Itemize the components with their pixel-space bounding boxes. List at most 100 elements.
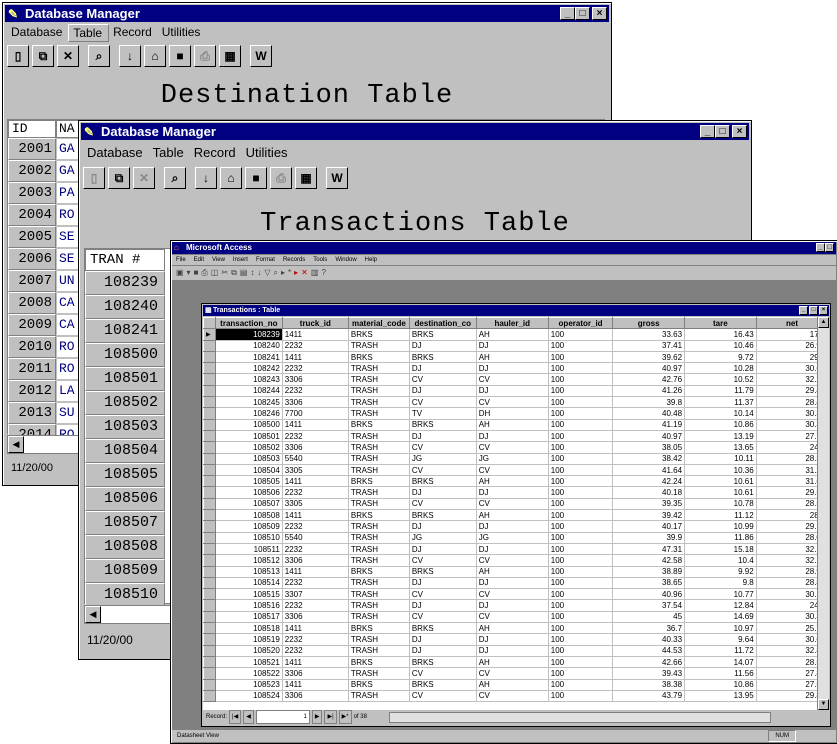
destination-cell[interactable]: BRKS (409, 419, 477, 431)
tare-cell[interactable]: 10.86 (684, 679, 757, 691)
operator-id-cell[interactable]: 100 (548, 407, 614, 420)
tare-cell[interactable]: 10.11 (684, 453, 757, 465)
destination-cell[interactable]: DJ (409, 645, 477, 657)
gross-cell[interactable]: 42.58 (612, 554, 686, 567)
material-code-cell[interactable]: BRKS (348, 419, 410, 431)
grid-icon[interactable]: ▦ (219, 45, 241, 67)
truck-id-cell[interactable]: 1411 (282, 566, 349, 578)
material-code-cell[interactable]: BRKS (348, 351, 410, 364)
row-selector[interactable] (203, 576, 216, 590)
transaction-no-cell[interactable]: 108239 (215, 328, 283, 341)
tare-cell[interactable]: 9.92 (684, 566, 757, 578)
destination-id-cell[interactable]: 2008 (8, 292, 56, 314)
transaction-no-cell[interactable]: 108245 (215, 396, 283, 409)
tare-cell[interactable]: 14.07 (684, 656, 757, 669)
transaction-no-cell[interactable]: 108501 (215, 430, 283, 443)
gross-cell[interactable]: 40.33 (612, 633, 686, 646)
database-window-icon[interactable]: ▥ (311, 268, 322, 277)
gross-cell[interactable]: 40.96 (612, 588, 686, 601)
net-cell[interactable]: 17.2 (756, 328, 817, 341)
gross-cell[interactable]: 38.65 (612, 577, 686, 590)
material-code-cell[interactable]: TRASH (348, 407, 410, 420)
operator-id-cell[interactable]: 100 (548, 690, 614, 703)
hauler-id-cell[interactable]: DJ (476, 599, 549, 612)
net-cell[interactable]: 30.31 (756, 611, 817, 624)
table-row[interactable]: 1085092232TRASHDJDJ10040.1710.9929.18 (203, 520, 817, 533)
hauler-id-cell[interactable]: AH (476, 566, 549, 578)
menu-insert[interactable]: Insert (229, 255, 252, 265)
tare-cell[interactable]: 10.4 (684, 554, 757, 567)
transaction-no-cell[interactable]: 108244 (215, 385, 283, 398)
row-selector[interactable] (203, 362, 216, 375)
tran-number-cell[interactable]: 108509 (85, 559, 165, 583)
operator-id-cell[interactable]: 100 (548, 385, 614, 398)
view-icon[interactable]: ▣▾ (176, 268, 194, 277)
col-destination-co[interactable]: destination_co (408, 317, 477, 330)
word-icon[interactable]: W (326, 167, 348, 189)
net-cell[interactable]: 30.34 (756, 407, 817, 420)
operator-id-cell[interactable]: 100 (548, 599, 614, 612)
menu-database[interactable]: Database (83, 144, 149, 162)
hauler-id-cell[interactable]: DJ (476, 385, 549, 398)
destination-cell[interactable]: CV (409, 441, 477, 454)
tare-cell[interactable]: 10.78 (684, 498, 757, 511)
destination-id-cell[interactable]: 2007 (8, 270, 56, 292)
net-cell[interactable]: 26.95 (756, 340, 817, 352)
gross-cell[interactable]: 42.66 (612, 656, 686, 669)
destination-cell[interactable]: TV (409, 407, 477, 420)
new-record-nav-button[interactable]: ▶* (338, 710, 352, 724)
tare-cell[interactable]: 11.12 (684, 509, 757, 522)
truck-id-cell[interactable]: 3305 (282, 464, 349, 477)
tare-cell[interactable]: 10.99 (684, 520, 757, 533)
row-selector[interactable] (203, 350, 216, 364)
net-cell[interactable]: 32.18 (756, 554, 817, 567)
transaction-no-cell[interactable]: 108243 (215, 373, 283, 386)
destination-id-cell[interactable]: 2005 (8, 226, 56, 248)
save-icon[interactable]: ■ (245, 167, 267, 189)
material-code-cell[interactable]: TRASH (348, 441, 410, 454)
tare-cell[interactable]: 9.8 (684, 577, 757, 590)
transaction-no-cell[interactable]: 108519 (215, 633, 283, 646)
tare-cell[interactable]: 10.36 (684, 464, 757, 477)
table-row[interactable]: 1085001411BRKSBRKSAH10041.1910.8630.33 (203, 418, 817, 431)
net-cell[interactable]: 28.04 (756, 532, 817, 544)
gross-cell[interactable]: 39.43 (612, 667, 686, 680)
tran-number-cell[interactable]: 108239 (85, 271, 165, 295)
truck-id-cell[interactable]: 3306 (282, 554, 349, 567)
col-hauler-id[interactable]: hauler_id (475, 317, 549, 330)
material-code-cell[interactable]: TRASH (348, 611, 410, 624)
tare-cell[interactable]: 10.86 (684, 419, 757, 431)
truck-id-cell[interactable]: 7700 (282, 407, 349, 420)
gross-cell[interactable]: 41.64 (612, 464, 686, 477)
destination-cell[interactable]: DJ (409, 543, 477, 556)
tran-number-cell[interactable]: 108503 (85, 415, 165, 439)
table-row[interactable]: 1085051411BRKSBRKSAH10042.2410.6131.63 (203, 475, 817, 488)
net-cell[interactable]: 28.31 (756, 453, 817, 465)
hauler-id-cell[interactable]: AH (476, 419, 549, 431)
table-row[interactable]: 1085162232TRASHDJDJ10037.5412.8424.7 (203, 599, 817, 612)
hauler-id-cell[interactable]: AH (476, 622, 549, 635)
table-row[interactable]: 1085043305TRASHCVCV10041.6410.3631.28 (203, 463, 817, 477)
destination-cell[interactable]: CV (409, 373, 477, 386)
operator-id-cell[interactable]: 100 (548, 577, 614, 590)
truck-id-cell[interactable]: 1411 (282, 419, 349, 431)
operator-id-cell[interactable]: 100 (548, 622, 614, 635)
print-icon[interactable]: ⎙ (201, 268, 210, 277)
material-code-cell[interactable]: TRASH (348, 532, 410, 544)
truck-id-cell[interactable]: 1411 (282, 475, 349, 488)
material-code-cell[interactable]: BRKS (348, 679, 410, 691)
table-row[interactable]: 1085131411BRKSBRKSAH10038.899.9228.97 (203, 565, 817, 578)
gross-cell[interactable]: 43.79 (612, 690, 686, 703)
destination-id-cell[interactable]: 2003 (8, 182, 56, 204)
help-icon[interactable]: ? (321, 268, 328, 277)
tran-number-cell[interactable]: 108500 (85, 343, 165, 367)
material-code-cell[interactable]: TRASH (348, 645, 410, 657)
net-cell[interactable]: 28.57 (756, 498, 817, 511)
gross-cell[interactable]: 42.24 (612, 475, 686, 488)
col-tare[interactable]: tare (684, 317, 757, 330)
transactions-titlebar[interactable]: ✎ Database Manager _ □ × (81, 123, 749, 140)
tran-number-cell[interactable]: 108501 (85, 367, 165, 391)
operator-id-cell[interactable]: 100 (548, 419, 614, 431)
tare-cell[interactable]: 15.18 (684, 543, 757, 556)
transaction-no-cell[interactable]: 108517 (215, 611, 283, 624)
